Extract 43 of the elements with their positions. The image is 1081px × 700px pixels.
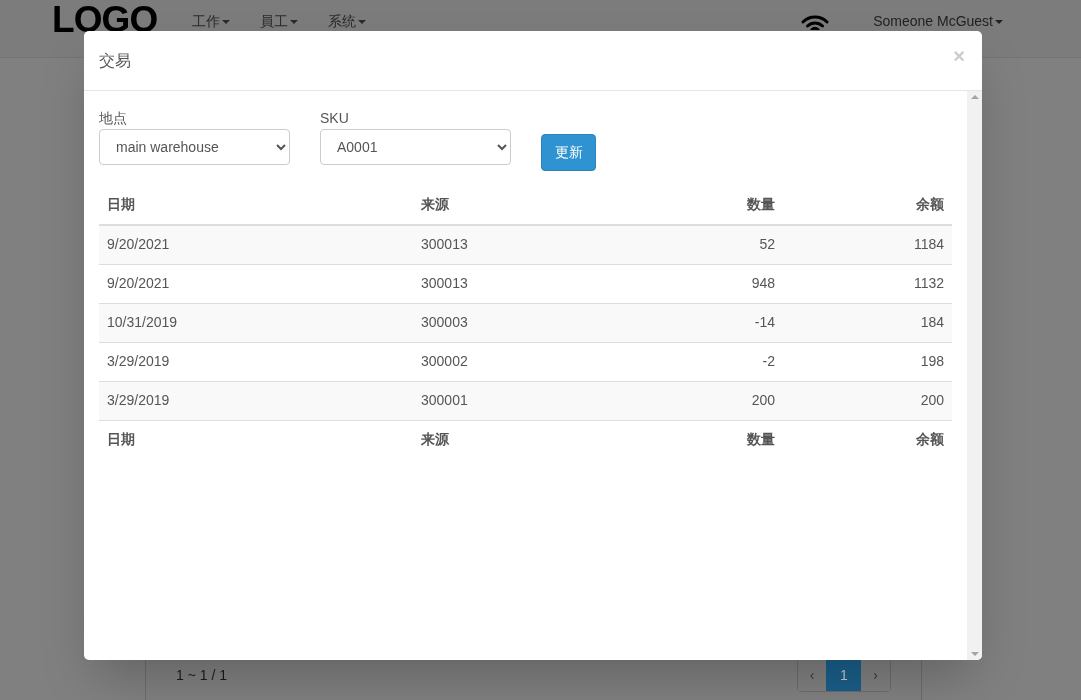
table-cell: 198 <box>783 342 952 381</box>
table-cell: 948 <box>613 264 783 303</box>
column-footer: 日期 <box>99 420 413 458</box>
caret-icon <box>358 19 367 24</box>
caret-icon <box>222 19 231 24</box>
table-cell: 3/29/2019 <box>99 342 413 381</box>
table-cell: 300013 <box>413 264 613 303</box>
column-header: 余额 <box>783 185 952 225</box>
table-cell: 1184 <box>783 225 952 264</box>
table-cell: 300002 <box>413 342 613 381</box>
table-cell: 3/29/2019 <box>99 381 413 420</box>
column-footer: 来源 <box>413 420 613 458</box>
table-cell: -14 <box>613 303 783 342</box>
column-footer: 余额 <box>783 420 952 458</box>
table-cell: 300003 <box>413 303 613 342</box>
filter-label: 地点 <box>99 109 128 127</box>
scroll-down-icon <box>970 652 979 656</box>
update-button[interactable]: 更新 <box>541 134 596 171</box>
table-cell: 300013 <box>413 225 613 264</box>
column-header: 数量 <box>613 185 783 225</box>
table-cell: 200 <box>613 381 783 420</box>
pager-summary: 1 ~ 1 / 1 <box>176 665 227 685</box>
page-button[interactable]: 1 <box>826 659 862 691</box>
table-cell: 9/20/2021 <box>99 264 413 303</box>
table-cell: 52 <box>613 225 783 264</box>
table-cell: 184 <box>783 303 952 342</box>
wifi-icon <box>801 14 830 30</box>
table-cell: 200 <box>783 381 952 420</box>
table-cell: 9/20/2021 <box>99 225 413 264</box>
filter-select[interactable]: A0001 <box>320 129 511 165</box>
column-footer: 数量 <box>613 420 783 458</box>
column-header: 来源 <box>413 185 613 225</box>
table-cell: 300001 <box>413 381 613 420</box>
scroll-up-icon <box>970 95 979 99</box>
table-cell: 1132 <box>783 264 952 303</box>
table-cell: 10/31/2019 <box>99 303 413 342</box>
filter-label: SKU <box>320 109 350 127</box>
table-cell: -2 <box>613 342 783 381</box>
filter-select[interactable]: main warehouse <box>99 129 290 165</box>
column-header: 日期 <box>99 185 413 225</box>
modal-title: 交易 <box>99 50 131 71</box>
caret-icon <box>290 19 299 24</box>
caret-icon <box>995 19 1003 24</box>
